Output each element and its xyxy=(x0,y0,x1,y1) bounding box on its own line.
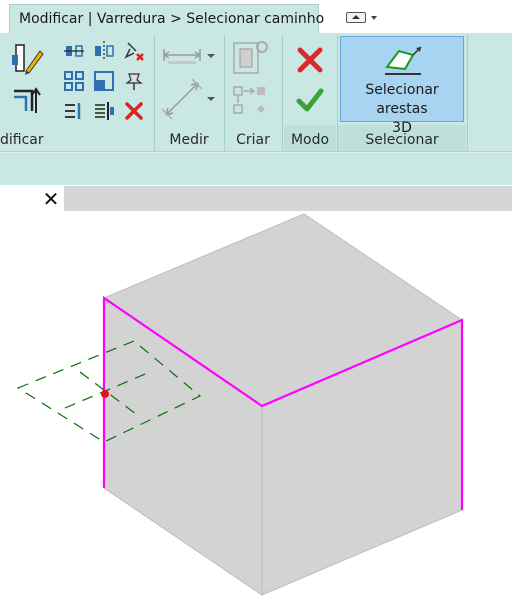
chevron-down-icon[interactable] xyxy=(206,95,216,103)
paint-modify-icon[interactable] xyxy=(10,41,46,77)
view-tab-strip xyxy=(64,186,512,211)
align-arrow-icon[interactable] xyxy=(10,83,46,119)
panel-label-modify: dificar xyxy=(0,132,44,148)
options-bar xyxy=(0,152,512,186)
panel-label-mode: Modo xyxy=(290,132,330,148)
create-similar-icon[interactable] xyxy=(230,83,270,119)
panel-divider xyxy=(467,35,468,151)
chevron-down-icon[interactable] xyxy=(206,52,216,60)
red-x-icon[interactable] xyxy=(295,45,325,75)
select-3d-edges-label-line1: Selecionar arestas xyxy=(365,82,439,117)
panel-label-create: Criar xyxy=(236,132,270,148)
panel-label-measure: Medir xyxy=(169,132,209,148)
chevron-down-icon[interactable] xyxy=(371,16,377,20)
measure-dimension-icon[interactable] xyxy=(160,43,204,67)
offset-icon[interactable] xyxy=(62,39,86,63)
green-check-icon[interactable] xyxy=(295,85,325,115)
mirror-axis-icon[interactable] xyxy=(92,39,116,63)
select-3d-edges-label: Selecionar arestas 3D xyxy=(341,81,463,138)
select-3d-edges-icon xyxy=(383,43,423,77)
select-3d-edges-button[interactable]: Selecionar arestas 3D xyxy=(340,36,464,136)
pin-icon[interactable] xyxy=(122,69,146,93)
viewport-canvas xyxy=(16,213,464,596)
delete-icon[interactable] xyxy=(122,99,146,123)
tab-modify-sweep-pick-path[interactable]: Modificar | Varredura > Selecionar camin… xyxy=(9,4,324,33)
array-icon[interactable] xyxy=(62,69,86,93)
split-icon[interactable] xyxy=(62,99,86,123)
work-point[interactable] xyxy=(101,390,109,398)
scale-icon[interactable] xyxy=(92,69,116,93)
trim-icon[interactable] xyxy=(92,99,116,123)
create-group-icon[interactable] xyxy=(230,39,270,79)
panel-divider xyxy=(282,35,283,151)
close-icon[interactable]: ✕ xyxy=(41,188,61,210)
select-3d-edges-label-line2: 3D xyxy=(392,120,412,136)
ribbon-tab-bar: Modificar | Varredura > Selecionar camin… xyxy=(0,0,512,33)
3d-viewport[interactable] xyxy=(0,212,512,607)
unpin-icon[interactable] xyxy=(122,39,146,63)
collapse-ribbon-icon[interactable] xyxy=(346,12,366,23)
aligned-dimension-icon[interactable] xyxy=(160,77,204,121)
